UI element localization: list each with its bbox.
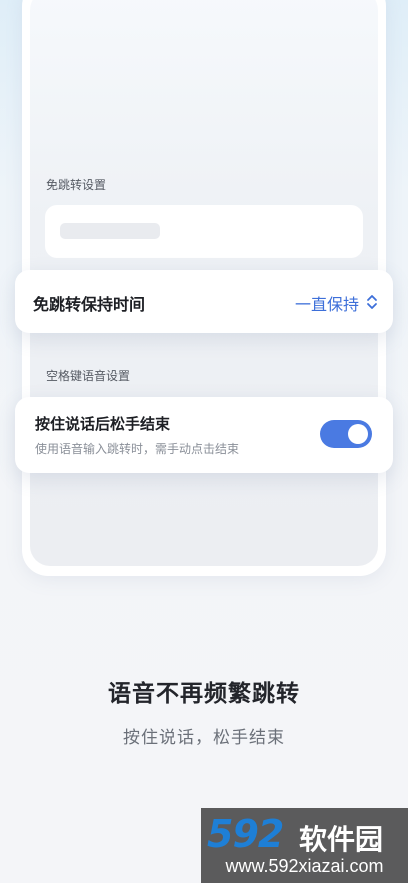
- placeholder-card: [45, 205, 363, 258]
- no-jump-section-label: 免跳转设置: [46, 178, 107, 192]
- keep-time-row[interactable]: 免跳转保持时间 一直保持: [15, 270, 393, 333]
- watermark: 592 软件园 www.592xiazai.com: [201, 808, 408, 883]
- hold-to-talk-row: 按住说话后松手结束 使用语音输入跳转时，需手动点击结束: [15, 397, 393, 473]
- hold-to-talk-toggle[interactable]: [320, 420, 372, 448]
- watermark-logo-name: 软件园: [299, 823, 384, 856]
- hold-to-talk-label: 按住说话后松手结束: [35, 415, 171, 433]
- keep-time-value[interactable]: 一直保持: [295, 291, 359, 315]
- placeholder-bar: [60, 223, 160, 239]
- promo-subline: 按住说话，松手结束: [123, 728, 285, 748]
- promo-headline: 语音不再频繁跳转: [108, 681, 300, 707]
- watermark-logo-number: 592: [207, 812, 284, 856]
- toggle-knob: [348, 424, 368, 444]
- hold-to-talk-description: 使用语音输入跳转时，需手动点击结束: [35, 442, 240, 456]
- space-voice-section-label: 空格键语音设置: [46, 369, 131, 383]
- keep-time-label: 免跳转保持时间: [33, 295, 146, 314]
- watermark-url: www.592xiazai.com: [225, 856, 384, 876]
- chevron-up-down-icon[interactable]: [365, 292, 379, 312]
